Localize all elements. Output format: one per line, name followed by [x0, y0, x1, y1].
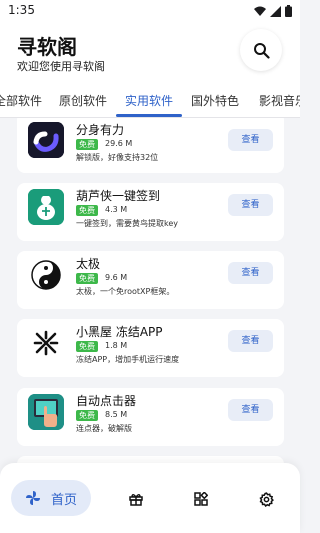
app-title: 寻软阁: [17, 35, 77, 59]
status-time: 1:35: [8, 3, 35, 17]
app-name: 葫芦侠一键签到: [76, 189, 161, 203]
free-badge: 免费: [76, 205, 98, 216]
apps-grid-icon[interactable]: [194, 492, 208, 506]
app-size: 4.3 M: [105, 205, 128, 214]
huluxia-icon: [28, 189, 64, 225]
search-icon: [253, 42, 270, 59]
free-badge: 免费: [76, 341, 98, 352]
view-button[interactable]: 查看: [228, 194, 273, 216]
app-size: 1.8 M: [105, 341, 128, 350]
app-description: 一键签到，需要黄鸟提取key: [76, 219, 179, 228]
app-card[interactable]: [17, 456, 284, 463]
fenshen-icon: [28, 122, 64, 158]
app-name: 自动点击器: [76, 394, 137, 408]
category-tabs: 全部软件 原创软件 实用软件 国外特色 影视音乐: [0, 84, 300, 118]
active-tab-indicator: [116, 114, 182, 117]
bottom-navigation: 首页: [0, 463, 300, 533]
battery-icon: [285, 5, 292, 17]
app-size: 9.6 M: [105, 273, 128, 282]
taiji-icon: [28, 257, 64, 293]
view-button[interactable]: 查看: [228, 262, 273, 284]
status-bar: 1:35: [0, 0, 300, 22]
tab-video-music[interactable]: 影视音乐: [259, 92, 300, 109]
tab-utility-software[interactable]: 实用软件: [125, 92, 173, 109]
app-size: 29.6 M: [105, 139, 133, 148]
app-card[interactable]: 自动点击器 免费 8.5 M 连点器，破解版 查看: [17, 388, 284, 446]
free-badge: 免费: [76, 273, 98, 284]
xiaoheiwu-icon: [28, 325, 64, 361]
wifi-icon: [254, 6, 266, 16]
app-name: 分身有力: [76, 123, 125, 137]
app-description: 冻结APP，增加手机运行速度: [76, 355, 180, 364]
app-card[interactable]: 太极 免费 9.6 M 太极，一个免rootXP框架。 查看: [17, 251, 284, 309]
app-list: 分身有力 免费 29.6 M 解锁版，好像支持32位 查看 葫芦侠一键签到 免费…: [0, 118, 300, 463]
app-name: 太极: [76, 257, 101, 271]
app-description: 太极，一个免rootXP框架。: [76, 287, 175, 296]
app-description: 解锁版，好像支持32位: [76, 153, 159, 162]
nav-home-label: 首页: [51, 493, 78, 508]
app-subtitle: 欢迎您使用寻软阁: [17, 60, 105, 73]
gift-icon[interactable]: [129, 492, 143, 506]
view-button[interactable]: 查看: [228, 399, 273, 421]
home-icon: [26, 491, 40, 505]
nav-home[interactable]: 首页: [11, 480, 91, 516]
tab-original-software[interactable]: 原创软件: [59, 92, 107, 109]
free-badge: 免费: [76, 139, 98, 150]
app-description: 连点器，破解版: [76, 424, 132, 433]
app-card[interactable]: 分身有力 免费 29.6 M 解锁版，好像支持32位 查看: [17, 118, 284, 173]
free-badge: 免费: [76, 410, 98, 421]
signal-icon: [270, 5, 281, 17]
tab-all-software[interactable]: 全部软件: [0, 92, 42, 109]
settings-icon[interactable]: [259, 492, 274, 507]
tab-foreign-featured[interactable]: 国外特色: [191, 92, 239, 109]
view-button[interactable]: 查看: [228, 330, 273, 352]
app-header: 寻软阁 欢迎您使用寻软阁: [0, 22, 300, 84]
app-size: 8.5 M: [105, 410, 128, 419]
search-button[interactable]: [240, 29, 282, 71]
app-card[interactable]: 小黑屋 冻结APP 免费 1.8 M 冻结APP，增加手机运行速度 查看: [17, 319, 284, 377]
app-name: 小黑屋 冻结APP: [76, 325, 163, 339]
view-button[interactable]: 查看: [228, 129, 273, 151]
status-icons: [254, 5, 292, 17]
app-card[interactable]: 葫芦侠一键签到 免费 4.3 M 一键签到，需要黄鸟提取key 查看: [17, 183, 284, 241]
auto-clicker-icon: [28, 394, 64, 430]
